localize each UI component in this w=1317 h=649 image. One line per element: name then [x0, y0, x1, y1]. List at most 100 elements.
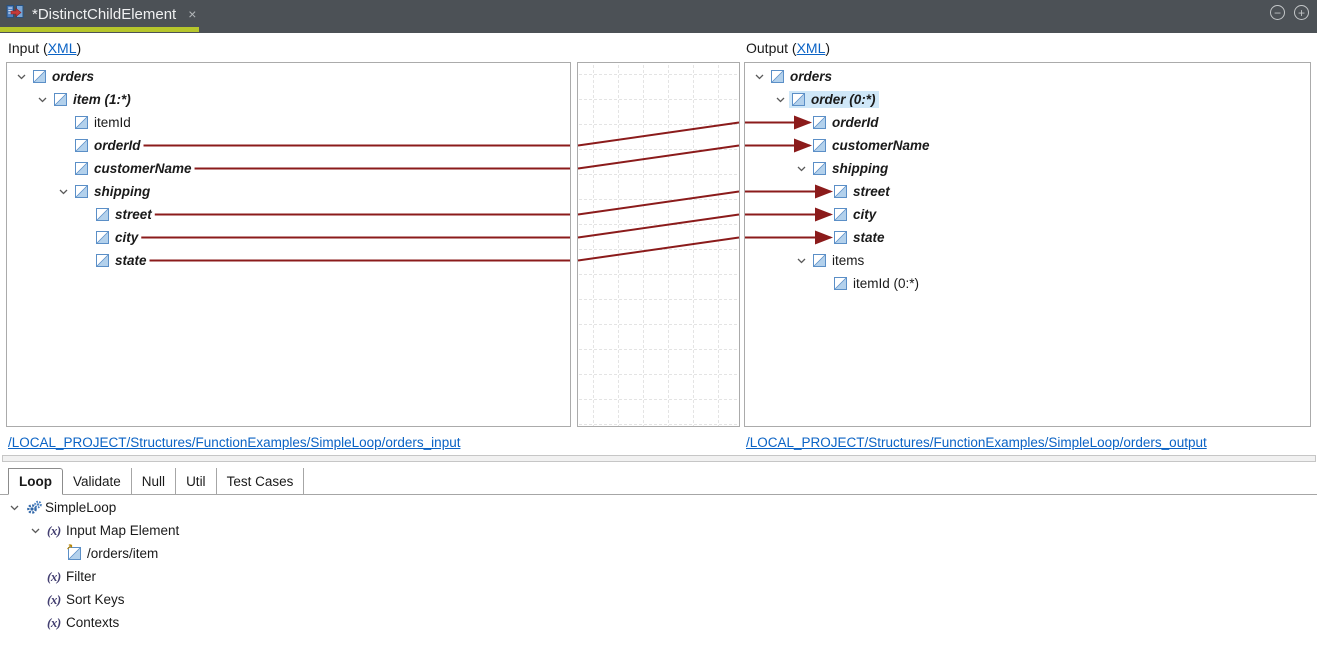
chevron-down-icon[interactable]: [793, 258, 810, 264]
collapse-circle-icon[interactable]: −: [1270, 5, 1285, 20]
tree-node-label: orderId: [832, 115, 879, 130]
input-header: Input (XML): [8, 40, 82, 56]
horizontal-splitter[interactable]: [2, 455, 1316, 462]
view-zoom-controls: − +: [1270, 5, 1309, 20]
xml-element-icon: [834, 231, 851, 244]
function-icon: (x): [47, 614, 61, 630]
chevron-down-icon[interactable]: [793, 166, 810, 172]
tree-node-sort-keys[interactable]: (x) Sort Keys: [0, 588, 1317, 611]
chevron-down-icon[interactable]: [772, 97, 789, 103]
document-tab-title: *DistinctChildElement: [32, 5, 177, 23]
tree-node-state[interactable]: state: [745, 226, 1310, 249]
xml-element-icon: [54, 93, 71, 106]
tab-test-cases[interactable]: Test Cases: [217, 468, 305, 494]
tree-node-item-1[interactable]: item (1:*): [7, 88, 570, 111]
tree-node-orders[interactable]: orders: [7, 65, 570, 88]
tree-node-label: city: [115, 230, 139, 245]
input-header-label: Input (: [8, 40, 48, 56]
tree-node-items[interactable]: items: [745, 249, 1310, 272]
function-icon: (x): [47, 522, 61, 538]
editor-tab-strip: *DistinctChildElement × − +: [0, 0, 1317, 33]
element-reference-icon: [67, 544, 85, 560]
xml-element-icon: [834, 277, 851, 290]
tree-node-label: customerName: [94, 161, 192, 176]
tree-node-label: state: [853, 230, 885, 245]
xml-element-icon: [813, 254, 830, 267]
tree-node-label: item (1:*): [73, 92, 131, 107]
chevron-down-icon[interactable]: [27, 528, 44, 534]
tree-node-label: orderId: [94, 138, 141, 153]
tab-util[interactable]: Util: [176, 468, 217, 494]
tree-node-label: /orders/item: [87, 546, 159, 561]
tree-node-label: state: [115, 253, 147, 268]
tree-node-simpleloop[interactable]: SimpleLoop: [0, 496, 1317, 519]
tree-node-label: orders: [52, 69, 95, 84]
tree-node-filter[interactable]: (x) Filter: [0, 565, 1317, 588]
tree-node-label: itemId (0:*): [853, 276, 920, 291]
tree-node-orderid[interactable]: orderId: [745, 111, 1310, 134]
tree-node-label: items: [832, 253, 865, 268]
document-tab[interactable]: *DistinctChildElement ×: [0, 0, 206, 28]
tree-node-label: shipping: [832, 161, 889, 176]
close-icon[interactable]: ×: [188, 6, 196, 22]
tree-node-street[interactable]: street: [745, 180, 1310, 203]
transform-gears-icon: [26, 500, 43, 515]
xml-element-icon: [96, 231, 113, 244]
tree-node-label: street: [853, 184, 890, 199]
xml-element-icon: [75, 139, 92, 152]
xml-element-icon: [33, 70, 50, 83]
chevron-down-icon[interactable]: [34, 97, 51, 103]
xml-element-icon: [75, 185, 92, 198]
tree-node-label: Sort Keys: [66, 592, 125, 607]
tab-validate[interactable]: Validate: [63, 468, 132, 494]
tree-node-label: street: [115, 207, 152, 222]
tree-node-itemid[interactable]: itemId: [7, 111, 570, 134]
expand-circle-icon[interactable]: +: [1294, 5, 1309, 20]
chevron-down-icon[interactable]: [751, 74, 768, 80]
tree-node-street[interactable]: street: [7, 203, 570, 226]
xml-element-icon: [813, 162, 830, 175]
tree-node-city[interactable]: city: [745, 203, 1310, 226]
tree-node-customername[interactable]: customerName: [7, 157, 570, 180]
output-header-label: Output (: [746, 40, 797, 56]
xml-element-icon: [813, 139, 830, 152]
output-xml-link[interactable]: XML: [797, 40, 826, 56]
tree-node-orderid[interactable]: orderId: [7, 134, 570, 157]
tree-node-order-0[interactable]: order (0:*): [745, 88, 1310, 111]
tree-node-orders[interactable]: orders: [745, 65, 1310, 88]
tree-node-shipping[interactable]: shipping: [7, 180, 570, 203]
tree-node-contexts[interactable]: (x) Contexts: [0, 611, 1317, 634]
tree-node-label: Input Map Element: [66, 523, 180, 538]
tree-node-shipping[interactable]: shipping: [745, 157, 1310, 180]
xml-element-icon: [792, 93, 809, 106]
input-tree: orders item (1:*) itemId orderId customerNam…: [7, 63, 570, 272]
xml-element-icon: [834, 208, 851, 221]
chevron-down-icon[interactable]: [55, 189, 72, 195]
tree-node-state[interactable]: state: [7, 249, 570, 272]
tree-node-input-map-element[interactable]: (x) Input Map Element: [0, 519, 1317, 542]
output-tree-panel: orders order (0:*) orderId customerName ship…: [744, 62, 1311, 427]
function-icon: (x): [47, 568, 61, 584]
tree-node-label: city: [853, 207, 877, 222]
tree-node-orders-item[interactable]: /orders/item: [0, 542, 1317, 565]
tree-node-city[interactable]: city: [7, 226, 570, 249]
input-structure-link[interactable]: /LOCAL_PROJECT/Structures/FunctionExampl…: [8, 435, 460, 450]
input-tree-panel: orders item (1:*) itemId orderId customerNam…: [6, 62, 571, 427]
xml-element-icon: [834, 185, 851, 198]
function-icon: (x): [47, 591, 61, 607]
output-tree: orders order (0:*) orderId customerName ship…: [745, 63, 1310, 295]
chevron-down-icon[interactable]: [13, 74, 30, 80]
input-xml-link[interactable]: XML: [48, 40, 77, 56]
mapping-editor-window: *DistinctChildElement × − + Input (XML) …: [0, 0, 1317, 649]
grid-background: [578, 63, 739, 426]
selected-node: order (0:*): [789, 91, 879, 108]
tree-node-itemid-0[interactable]: itemId (0:*): [745, 272, 1310, 295]
output-structure-link[interactable]: /LOCAL_PROJECT/Structures/FunctionExampl…: [746, 435, 1207, 450]
output-header: Output (XML): [746, 40, 831, 56]
xml-element-icon: [771, 70, 788, 83]
tab-null[interactable]: Null: [132, 468, 177, 494]
loop-properties-tree: SimpleLoop (x) Input Map Element/orders/it…: [0, 496, 1317, 634]
chevron-down-icon[interactable]: [6, 505, 23, 511]
tab-loop[interactable]: Loop: [8, 468, 63, 495]
tree-node-customername[interactable]: customerName: [745, 134, 1310, 157]
